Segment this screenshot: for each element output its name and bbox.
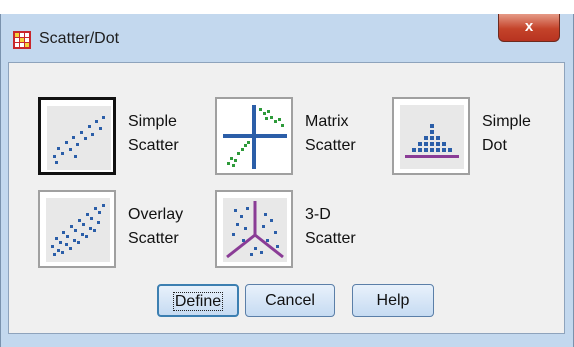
close-icon: x: [524, 18, 534, 35]
overlay-scatter-icon[interactable]: [38, 190, 116, 268]
option-label: Simple Scatter: [128, 113, 179, 154]
option-label: Simple Dot: [482, 113, 531, 154]
title-bar[interactable]: Scatter/Dot x: [1, 14, 573, 58]
simple-dot-icon[interactable]: [392, 97, 470, 175]
option-label: 3-D Scatter: [305, 206, 356, 247]
chart-builder-icon: [13, 31, 31, 49]
simple-scatter-icon[interactable]: [38, 97, 116, 175]
3d-scatter-icon[interactable]: [215, 190, 293, 268]
window-title: Scatter/Dot: [39, 30, 120, 47]
dialog-content: Simple Scatter Matrix Scatter Simple Dot…: [8, 62, 565, 334]
close-button[interactable]: x: [498, 14, 560, 42]
define-button[interactable]: Define: [157, 284, 239, 317]
option-label: Matrix Scatter: [305, 113, 356, 154]
cancel-button[interactable]: Cancel: [245, 284, 335, 317]
option-label: Overlay Scatter: [128, 206, 184, 247]
matrix-scatter-icon[interactable]: [215, 97, 293, 175]
help-button[interactable]: Help: [352, 284, 434, 317]
scatter-dot-dialog: Scatter/Dot x Simple Scatter Matrix Scat…: [0, 14, 574, 347]
